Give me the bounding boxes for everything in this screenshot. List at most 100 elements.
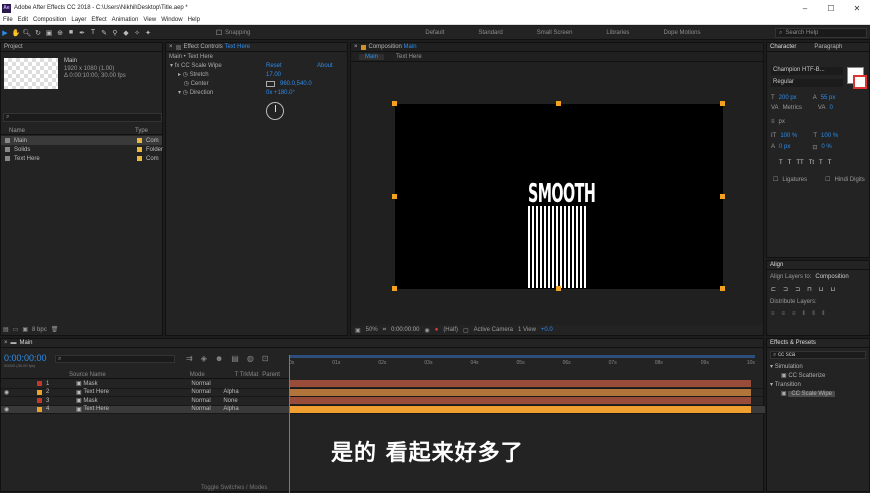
bounds-handle[interactable] (392, 194, 397, 199)
bounds-handle[interactable] (392, 101, 397, 106)
vertical-scale-value[interactable]: 100 % (780, 133, 797, 139)
trash-icon[interactable]: 🗑︎ (51, 326, 59, 333)
layer-row[interactable]: 1 ▣ Mask Normal (1, 380, 765, 389)
bounds-handle[interactable] (720, 194, 725, 199)
workspace-small-screen[interactable]: Small Screen (537, 30, 573, 36)
close-icon[interactable]: × (4, 340, 8, 346)
menu-animation[interactable]: Animation (112, 17, 139, 23)
trkmat-dropdown[interactable]: Alpha (223, 406, 249, 412)
col-type[interactable]: Type (135, 128, 148, 134)
effects-presets-tab[interactable]: Effects & Presets (767, 339, 869, 348)
timecode[interactable]: 0:00:00:00 (391, 327, 419, 333)
selection-tool-icon[interactable]: ▶ (0, 28, 10, 38)
menu-layer[interactable]: Layer (71, 17, 86, 23)
distribute-right-icon[interactable]: ⦀ (822, 311, 825, 318)
time-ruler[interactable]: 0s 01s 02s 03s 04s 05s 06s 07s 08s 09s 10s (289, 355, 755, 369)
visibility-icon[interactable]: ◉ (1, 389, 37, 396)
tab-paragraph[interactable]: Paragraph (814, 44, 842, 50)
workspace-libraries[interactable]: Libraries (606, 30, 629, 36)
align-left-icon[interactable]: ⊏ (771, 286, 776, 293)
zoom-tool-icon[interactable]: 🔍︎ (22, 28, 32, 38)
align-tab[interactable]: Align (767, 261, 869, 270)
col-name[interactable]: Name (9, 128, 25, 134)
search-help-input[interactable]: ⌕ Search Help (775, 28, 867, 38)
menu-view[interactable]: View (143, 17, 156, 23)
align-top-icon[interactable]: ⊓ (807, 286, 812, 293)
ligatures-checkbox[interactable]: ☐ (773, 176, 778, 183)
distribute-bottom-icon[interactable]: ≡ (792, 311, 796, 318)
label-swatch[interactable] (37, 389, 42, 395)
menu-window[interactable]: Window (161, 17, 182, 23)
stretch-value[interactable]: 17.00 (266, 72, 281, 78)
stroke-color-swatch[interactable] (853, 75, 867, 89)
frame-blend-icon[interactable]: ▤ (231, 354, 239, 363)
snapping-checkbox[interactable]: ☐ (214, 28, 224, 38)
subtab-text-here[interactable]: Text Here (390, 54, 428, 60)
project-item-text-here[interactable]: Text Here Com (1, 154, 162, 163)
align-right-icon[interactable]: ⊐ (795, 286, 800, 293)
camera-tool-icon[interactable]: ▣ (44, 28, 54, 38)
mode-dropdown[interactable]: Normal (191, 398, 223, 404)
motion-blur-icon[interactable]: ◍ (247, 354, 254, 363)
label-swatch[interactable] (37, 406, 42, 412)
mode-dropdown[interactable]: Normal (191, 381, 223, 387)
workspace-default[interactable]: Default (425, 30, 444, 36)
clone-stamp-tool-icon[interactable]: ⚲ (110, 28, 120, 38)
menu-effect[interactable]: Effect (91, 17, 106, 23)
subscript-button[interactable]: T (828, 160, 832, 166)
minimize-icon[interactable]: – (792, 4, 818, 13)
camera-dropdown[interactable]: Active Camera (474, 327, 513, 333)
close-icon[interactable]: × (354, 44, 358, 50)
tracking-value[interactable]: 0 (829, 105, 832, 111)
layer-duration-bar[interactable] (289, 405, 751, 413)
kerning-value[interactable]: Metrics (783, 105, 802, 111)
align-bottom-icon[interactable]: ⊔ (830, 286, 835, 293)
playhead[interactable] (289, 355, 290, 493)
all-caps-button[interactable]: TT (796, 160, 803, 166)
align-hcenter-icon[interactable]: ⊐ (783, 286, 788, 293)
brush-tool-icon[interactable]: ✎ (99, 28, 109, 38)
pan-behind-tool-icon[interactable]: ⊕ (55, 28, 65, 38)
menu-edit[interactable]: Edit (18, 17, 28, 23)
pen-tool-icon[interactable]: ✒ (77, 28, 87, 38)
roto-brush-tool-icon[interactable]: ✧ (132, 28, 142, 38)
tab-character[interactable]: Character (770, 44, 796, 50)
project-tab[interactable]: Project (1, 43, 162, 52)
tsume-value[interactable]: 0 % (821, 144, 831, 151)
maximize-icon[interactable]: ☐ (818, 4, 844, 13)
font-family-dropdown[interactable]: Champion HTF-B... (771, 67, 843, 75)
toggle-switches-modes[interactable]: Toggle Switches / Modes (201, 485, 267, 491)
label-swatch[interactable] (137, 147, 142, 152)
layer-row[interactable]: ◉ 4 ▣ Text Here Normal Alpha (1, 405, 765, 414)
layer-duration-bar[interactable] (289, 380, 751, 388)
layer-duration-bar[interactable] (289, 397, 751, 405)
stopwatch-icon[interactable]: ◷ (181, 89, 190, 96)
col-trkmat[interactable]: T TrkMat (235, 372, 259, 378)
label-swatch[interactable] (137, 138, 142, 143)
view-layout-dropdown[interactable]: 1 View (518, 327, 536, 333)
effects-group-simulation[interactable]: ▾ Simulation (767, 362, 869, 371)
layer-search-input[interactable]: ⌕ (55, 355, 175, 363)
bounds-handle[interactable] (720, 101, 725, 106)
project-search-input[interactable]: ⌕ (3, 113, 162, 122)
visibility-icon[interactable]: ◉ (1, 406, 37, 413)
bounds-handle[interactable] (556, 286, 561, 291)
effects-search-input[interactable]: ⌕ cc sca (770, 351, 866, 359)
expand-icon[interactable]: ▾ (170, 62, 173, 69)
exposure-value[interactable]: +0.0 (541, 327, 553, 333)
faux-bold-button[interactable]: T (779, 160, 783, 166)
comp-mini-flowchart-icon[interactable]: ⇉ (186, 354, 193, 363)
shy-icon[interactable]: ☻ (215, 354, 223, 363)
bpc-label[interactable]: 8 bpc (32, 327, 47, 333)
work-area-bar[interactable] (289, 355, 755, 358)
direction-value[interactable]: 0x +180.0° (266, 90, 295, 96)
col-parent[interactable]: Parent (262, 372, 280, 378)
roi-icon[interactable]: ▢ (463, 327, 469, 334)
col-source-name[interactable]: Source Name (69, 372, 106, 378)
timeline-timecode[interactable]: 0:00:00:00 (4, 353, 47, 363)
font-style-dropdown[interactable]: Regular (771, 79, 843, 87)
fit-icon[interactable]: ⌗ (383, 327, 386, 334)
composition-tab[interactable]: × Composition Main (351, 43, 763, 52)
project-item-solids[interactable]: Solids Folder (1, 145, 163, 154)
faux-italic-button[interactable]: T (788, 160, 792, 166)
